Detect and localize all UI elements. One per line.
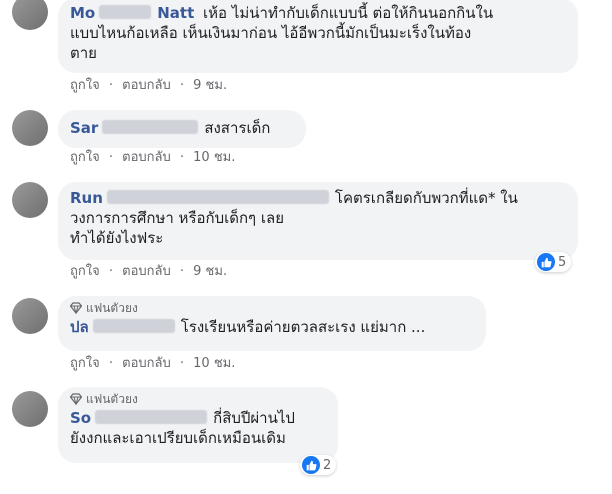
separator: · (108, 264, 113, 279)
separator: · (179, 264, 185, 279)
avatar[interactable] (12, 298, 48, 334)
comment-text-line-3: ตาย (70, 44, 97, 62)
reaction-count[interactable]: 2 (300, 455, 337, 475)
timestamp[interactable]: 9 ชม. (193, 78, 227, 94)
top-fan-badge: แฟนตัวยง (70, 391, 326, 407)
comment-actions: ถูกใจ · ตอบกลับ · 10 ชม. (70, 356, 235, 372)
separator: · (108, 78, 113, 93)
comment-text-line-2: แบบไหนก้อเหลือ เห็นเงินมาก่อน ไอ้อีพวกนี… (70, 24, 472, 42)
reply-link[interactable]: ตอบกลับ (122, 150, 171, 166)
comment-feed: Mo Natt เห้อ ไม่น่าทำกับเด็กแบบนี้ ต่อให้… (0, 0, 612, 494)
diamond-icon (70, 393, 82, 405)
separator: · (179, 150, 185, 165)
comment-bubble: Run โคตรเกลียดกับพวกที่แด* ใน วงการการศึก… (58, 182, 578, 260)
separator: · (179, 356, 185, 371)
thumbs-up-icon (302, 456, 320, 474)
avatar[interactable] (12, 110, 48, 146)
top-fan-badge: แฟนตัวยง (70, 300, 474, 316)
badge-label: แฟนตัวยง (86, 301, 138, 315)
badge-label: แฟนตัวยง (86, 392, 138, 406)
comment-bubble: แฟนตัวยง ปล โรงเรียนหรือค่ายตวลสะเรง แย่ม… (58, 296, 486, 351)
avatar[interactable] (12, 0, 48, 30)
comment-text-line-2: วงการการศึกษา หรือกับเด็กๆ เลย (70, 209, 284, 227)
timestamp[interactable]: 9 ชม. (193, 264, 227, 280)
comment-text: โรงเรียนหรือค่ายตวลสะเรง แย่มาก ... (180, 318, 426, 336)
redacted-name (95, 410, 208, 424)
thumbs-up-icon (537, 253, 555, 271)
comment-text-line-1: โคตรเกลียดกับพวกที่แด* ใน (334, 189, 518, 207)
comment-actions: ถูกใจ · ตอบกลับ · 9 ชม. (70, 264, 227, 280)
avatar[interactable] (12, 182, 48, 218)
like-link[interactable]: ถูกใจ (70, 150, 100, 166)
separator: · (108, 150, 113, 165)
timestamp[interactable]: 10 ชม. (193, 356, 235, 372)
comment-text-line-1: กี่สิบปีผ่านไป (213, 409, 295, 427)
reply-link[interactable]: ตอบกลับ (122, 264, 171, 280)
comment-actions: ถูกใจ · ตอบกลับ · 10 ชม. (70, 150, 235, 166)
comment-bubble: Mo Natt เห้อ ไม่น่าทำกับเด็กแบบนี้ ต่อให้… (58, 0, 578, 73)
comment-author[interactable]: ปล (70, 318, 89, 336)
reply-link[interactable]: ตอบกลับ (122, 78, 171, 94)
comment-author[interactable]: So (70, 409, 91, 427)
separator: · (108, 356, 113, 371)
comment-text-line-3: ทำได้ยังไงฟระ (70, 229, 164, 247)
comment-bubble: Sar สงสารเด็ก (58, 110, 306, 148)
reaction-count-value: 2 (323, 457, 332, 473)
like-link[interactable]: ถูกใจ (70, 264, 100, 280)
comment-text-line-2: ยังงกและเอาเปรียบเด็กเหมือนเดิม (70, 429, 286, 447)
comment-author-tail[interactable]: Natt (157, 4, 194, 22)
timestamp[interactable]: 10 ชม. (193, 150, 235, 166)
separator: · (179, 78, 185, 93)
like-link[interactable]: ถูกใจ (70, 356, 100, 372)
comment-author[interactable]: Sar (70, 119, 98, 137)
comment-text: สงสารเด็ก (204, 119, 271, 137)
like-link[interactable]: ถูกใจ (70, 78, 100, 94)
comment-bubble: แฟนตัวยง So กี่สิบปีผ่านไป ยังงกและเอาเปร… (58, 387, 338, 463)
reply-link[interactable]: ตอบกลับ (122, 356, 171, 372)
diamond-icon (70, 302, 82, 314)
reaction-count[interactable]: 5 (535, 252, 572, 272)
reaction-count-value: 5 (558, 254, 567, 270)
redacted-name (99, 5, 152, 19)
comment-text-line-1: เห้อ ไม่น่าทำกับเด็กแบบนี้ ต่อให้กินนอกก… (203, 4, 494, 22)
redacted-name (92, 319, 175, 333)
comment-author[interactable]: Mo (70, 4, 95, 22)
redacted-name (106, 190, 329, 204)
comment-author[interactable]: Run (70, 189, 103, 207)
comment-actions: ถูกใจ · ตอบกลับ · 9 ชม. (70, 78, 227, 94)
avatar[interactable] (12, 391, 48, 427)
redacted-name (102, 120, 199, 134)
